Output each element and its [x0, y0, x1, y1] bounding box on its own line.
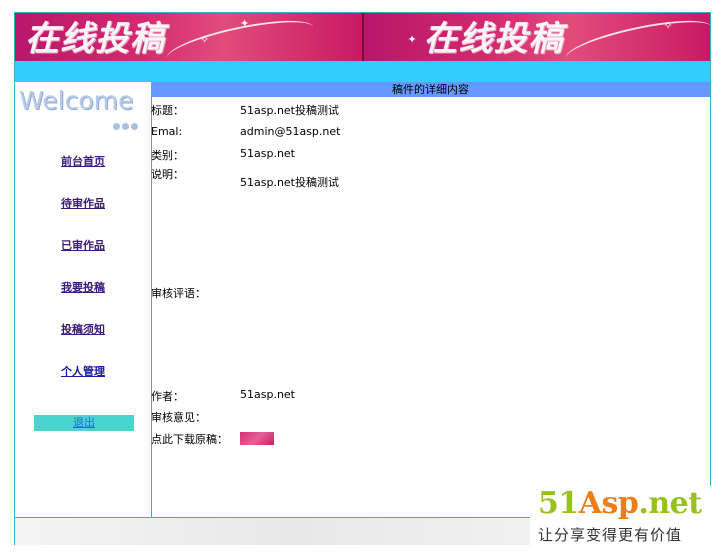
watermark: 51Asp.net 让分享变得更有价值 — [530, 486, 716, 548]
star-icon: ✦ — [407, 33, 417, 46]
sidebar-item-reviewed[interactable]: 已审作品 — [15, 238, 151, 280]
review-opinion-label: 审核意见： — [151, 411, 206, 424]
banner-swoosh-right — [561, 13, 710, 61]
author-value: 51asp.net — [240, 388, 295, 401]
email-label: Emal: — [151, 125, 183, 138]
sidebar-nav: 前台首页 待审作品 已审作品 我要投稿 投稿须知 个人管理 — [15, 154, 151, 406]
sidebar-item-profile[interactable]: 个人管理 — [15, 364, 151, 406]
banner-left: 在线投稿 ✦ ✧ — [15, 13, 362, 61]
email-value: admin@51asp.net — [240, 125, 341, 138]
download-link[interactable] — [240, 431, 274, 445]
watermark-slogan: 让分享变得更有价值 — [538, 526, 683, 544]
sidebar-item-home[interactable]: 前台首页 — [15, 154, 151, 196]
dots-decoration — [113, 120, 140, 133]
sidebar-item-submit[interactable]: 我要投稿 — [15, 280, 151, 322]
category-label: 类别： — [151, 149, 184, 162]
star-icon: ✧ — [663, 19, 673, 32]
content-panel: 稿件的详细内容 标题： 51asp.net投稿测试 Emal: admin@51… — [151, 82, 710, 517]
title-label: 标题： — [151, 104, 184, 117]
title-value: 51asp.net投稿测试 — [240, 104, 339, 117]
accent-bar — [15, 61, 710, 82]
download-icon — [240, 431, 274, 445]
sidebar-item-guidelines[interactable]: 投稿须知 — [15, 322, 151, 364]
sidebar: Welcome 前台首页 待审作品 已审作品 我要投稿 投稿须知 个人管理 退出 — [15, 82, 152, 517]
welcome-text: Welcome — [19, 86, 134, 115]
desc-label: 说明： — [151, 168, 184, 181]
sidebar-item-pending[interactable]: 待审作品 — [15, 196, 151, 238]
logout-link[interactable]: 退出 — [73, 416, 95, 429]
review-comment-label: 审核评语： — [151, 287, 206, 300]
download-label: 点此下载原稿： — [151, 433, 228, 446]
banner: 在线投稿 ✦ ✧ 在线投稿 ✦ ✧ — [15, 13, 710, 61]
banner-title-right: 在线投稿 — [423, 19, 564, 59]
banner-title-left: 在线投稿 — [25, 19, 165, 59]
page-frame: 在线投稿 ✦ ✧ 在线投稿 ✦ ✧ Welcome 前台首页 待审作品 已审作品… — [14, 12, 711, 545]
category-value: 51asp.net — [240, 147, 295, 160]
logout-box: 退出 — [34, 415, 134, 431]
watermark-logo: 51Asp.net — [538, 486, 702, 521]
author-label: 作者： — [151, 390, 184, 403]
star-icon: ✧ — [200, 33, 210, 46]
content-header: 稿件的详细内容 — [151, 82, 710, 97]
desc-value: 51asp.net投稿测试 — [240, 176, 339, 189]
banner-right: 在线投稿 ✦ ✧ — [361, 13, 710, 61]
star-icon: ✦ — [240, 17, 250, 30]
